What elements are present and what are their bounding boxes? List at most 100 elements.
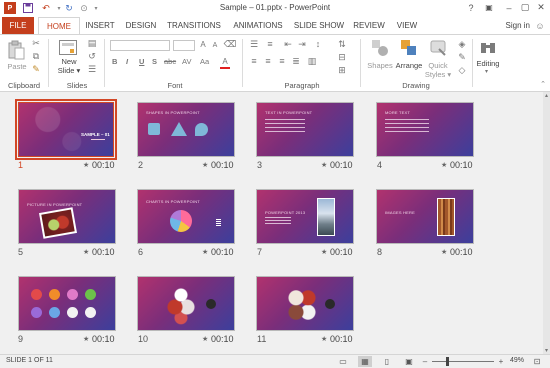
numbering-icon[interactable]: ≡ [264, 39, 276, 49]
shape-outline-icon[interactable]: ✎ [457, 52, 467, 62]
slide-number-9: 9 [18, 334, 24, 344]
tab-design[interactable]: DESIGN [122, 17, 160, 34]
columns-icon[interactable]: ▥ [306, 56, 318, 66]
zoom-level[interactable]: 49% [510, 357, 524, 364]
new-slide-label[interactable]: New [56, 57, 82, 66]
close-button[interactable]: ✕ [530, 1, 550, 14]
collapse-ribbon-icon[interactable]: ⌃ [538, 79, 548, 89]
line-spacing-icon[interactable]: ↕ [312, 39, 324, 49]
character-spacing-button[interactable]: AV [182, 57, 191, 66]
font-name-input[interactable] [110, 40, 170, 51]
slide-duration-1: 00:10 [92, 160, 115, 170]
editing-button[interactable]: Editing [474, 59, 502, 68]
increase-indent-icon[interactable]: ⇥ [296, 39, 308, 49]
align-center-icon[interactable]: ≡ [262, 56, 274, 66]
slide-thumbnail-1[interactable]: SAMPLE – 01 [15, 99, 117, 160]
tab-transitions[interactable]: TRANSITIONS [166, 17, 222, 34]
transition-star-icon: ★ [441, 249, 448, 256]
quick-styles-label[interactable]: Quick [424, 61, 452, 70]
shape-fill-icon[interactable]: ◈ [457, 39, 467, 49]
scroll-down-icon[interactable]: ▾ [543, 347, 550, 354]
bold-button[interactable]: B [112, 57, 117, 66]
tab-view[interactable]: VIEW [393, 17, 421, 34]
align-left-icon[interactable]: ≡ [248, 56, 260, 66]
tab-review[interactable]: REVIEW [352, 17, 386, 34]
decrease-indent-icon[interactable]: ⇤ [282, 39, 294, 49]
font-color-icon[interactable]: A [220, 56, 230, 69]
paste-button[interactable]: Paste [6, 62, 28, 71]
slide-thumbnail-8[interactable]: IMAGES HERE [376, 189, 474, 244]
text-direction-icon[interactable]: ⇅ [336, 39, 348, 49]
section-icon[interactable]: ☰ [86, 64, 98, 74]
layout-icon[interactable]: ▤ [86, 38, 98, 48]
slide-thumbnail-2[interactable]: SHAPES IN POWERPOINT [137, 102, 235, 157]
account-icon[interactable]: ☺ [534, 20, 546, 32]
tab-file[interactable]: FILE [2, 17, 34, 34]
slide-pie-chart [170, 210, 192, 232]
reset-icon[interactable]: ↺ [86, 51, 98, 61]
arrange-button[interactable]: Arrange [393, 61, 425, 70]
font-size-input[interactable] [173, 40, 195, 51]
bullets-icon[interactable]: ☰ [248, 39, 260, 49]
slide-counter: SLIDE 1 OF 11 [6, 357, 53, 364]
cut-icon[interactable]: ✂ [31, 38, 41, 48]
new-slide-button[interactable]: Slide ▾ [54, 66, 84, 75]
slide-thumbnail-7[interactable]: POWERPOINT 2013 [256, 189, 354, 244]
slide-thumbnail-10[interactable] [137, 276, 235, 331]
copy-icon[interactable]: ⧉ [31, 51, 41, 61]
tab-insert[interactable]: INSERT [82, 17, 118, 34]
underline-button[interactable]: U [139, 57, 144, 66]
format-painter-icon[interactable]: ✎ [31, 64, 41, 74]
justify-icon[interactable]: ≣ [290, 56, 302, 66]
zoom-in-icon[interactable]: + [494, 356, 508, 367]
slide-title: MORE TEXT [385, 110, 411, 115]
align-right-icon[interactable]: ≡ [276, 56, 288, 66]
fit-slide-icon[interactable]: ⊡ [530, 356, 544, 367]
shapes-button[interactable]: Shapes [366, 61, 394, 70]
slide-number-7: 7 [257, 247, 263, 257]
slide-sorter-view-icon[interactable]: ▦ [358, 356, 372, 367]
tab-slide-show[interactable]: SLIDE SHOW [292, 17, 346, 34]
italic-button[interactable]: I [126, 57, 128, 66]
slide-thumbnail-3[interactable]: TEXT IN POWERPOINT [256, 102, 354, 157]
zoom-slider[interactable] [432, 361, 494, 362]
shape-effects-icon[interactable]: ◇ [457, 65, 467, 75]
quick-styles-icon[interactable] [428, 38, 448, 58]
slide-duration-3: 00:10 [330, 160, 353, 170]
shadow-button[interactable]: S [152, 57, 157, 66]
slide-thumbnail-11[interactable] [256, 276, 354, 331]
vertical-scrollbar[interactable] [543, 92, 550, 354]
strikethrough-button[interactable]: abc [164, 57, 176, 66]
align-text-icon[interactable]: ⊟ [336, 52, 348, 62]
slide-thumbnail-4[interactable]: MORE TEXT [376, 102, 474, 157]
slide-duration-5: 00:10 [92, 247, 115, 257]
slide-thumbnail-5[interactable]: PICTURE IN POWERPOINT [18, 189, 116, 244]
quick-styles-button[interactable]: Styles ▾ [422, 70, 454, 79]
slide-thumbnail-9[interactable] [18, 276, 116, 331]
zoom-out-icon[interactable]: – [418, 356, 432, 367]
sign-in-link[interactable]: Sign in [506, 17, 530, 34]
change-case-button[interactable]: Aa [200, 57, 209, 66]
ribbon-tabs: FILE HOME INSERT DESIGN TRANSITIONS ANIM… [0, 17, 550, 34]
zoom-slider-thumb[interactable] [446, 357, 450, 366]
smartart-icon[interactable]: ⊞ [336, 65, 348, 75]
arrange-icon[interactable] [399, 38, 419, 58]
slide-thumbnail-6[interactable]: CHARTS IN POWERPOINT [137, 189, 235, 244]
binoculars-icon[interactable] [478, 38, 498, 56]
clear-formatting-icon[interactable]: ⌫ [224, 39, 237, 50]
shrink-font-icon[interactable]: A [210, 40, 220, 50]
shapes-icon[interactable] [370, 38, 390, 58]
editing-dropdown-icon[interactable]: ▾ [485, 68, 488, 75]
slide-decoration [19, 103, 113, 156]
slide-show-view-icon[interactable]: ▣ [402, 356, 416, 367]
grow-font-icon[interactable]: A [198, 39, 208, 50]
tab-animations[interactable]: ANIMATIONS [228, 17, 288, 34]
paste-icon[interactable] [6, 39, 26, 61]
slide-flower-shape [67, 307, 78, 318]
reading-view-icon[interactable]: ▯ [380, 356, 394, 367]
normal-view-icon[interactable]: ▭ [336, 356, 350, 367]
ribbon-display-options-icon[interactable]: ▣ [478, 1, 500, 14]
tab-home[interactable]: HOME [38, 17, 80, 34]
new-slide-icon[interactable] [58, 38, 78, 56]
scroll-up-icon[interactable]: ▴ [543, 92, 550, 99]
